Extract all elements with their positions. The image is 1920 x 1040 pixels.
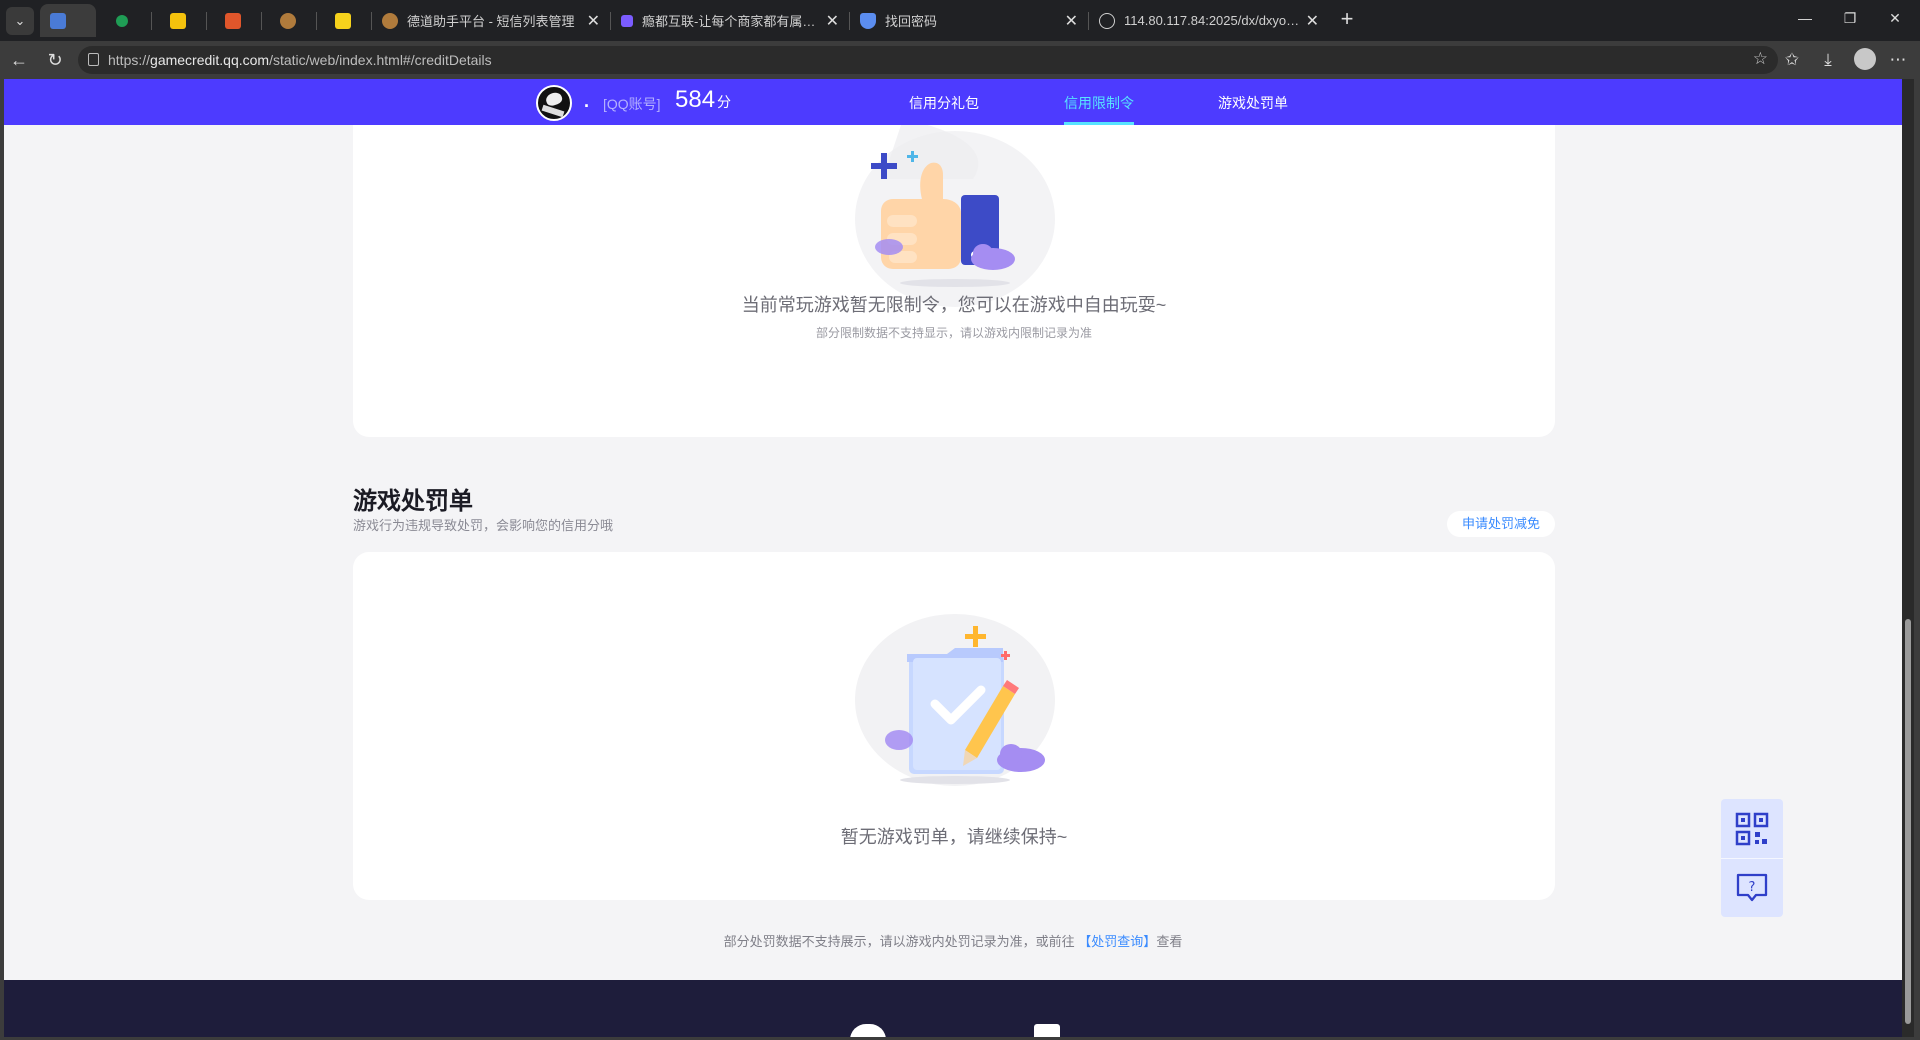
penalty-section-desc: 游戏行为违规导致处罚，会影响您的信用分哦 [353, 518, 614, 533]
browser-tab-bar: ⌄ 德道助手平台 - 短信列表管理 ✕ 瘾都互联-让每个商家都有属于自己 ✕ 找… [0, 0, 1920, 41]
apply-penalty-reduction-button[interactable]: 申请处罚减免 [1447, 511, 1555, 537]
browser-tab-1[interactable] [40, 4, 96, 37]
wechat-icon[interactable] [850, 1024, 886, 1037]
browser-tab-3[interactable] [160, 4, 208, 37]
tab-title: 瘾都互联-让每个商家都有属于自己 [642, 14, 820, 29]
close-window-button[interactable]: ✕ [1875, 10, 1915, 27]
browser-tab-7[interactable]: 德道助手平台 - 短信列表管理 ✕ [372, 4, 610, 37]
url-input[interactable]: https://gamecredit.qq.com/static/web/ind… [78, 46, 1778, 74]
penalty-empty-text: 暂无游戏罚单，请继续保持~ [840, 827, 1068, 847]
site-header: . [QQ账号] 584 分 信用分礼包 信用限制令 游戏处罚单 [4, 79, 1902, 125]
tab-favicon-icon [382, 12, 398, 29]
tab-close-icon[interactable]: ✕ [587, 11, 600, 31]
account-type-label: [QQ账号] [603, 96, 661, 112]
penalty-query-link[interactable]: 【处罚查询】 [1078, 934, 1156, 949]
clipboard-pencil-illustration [855, 614, 1055, 786]
tab-list-menu-button[interactable]: ⌄ [6, 7, 34, 35]
tab-favicon-icon [860, 12, 876, 29]
feedback-button[interactable]: ? [1721, 858, 1783, 917]
penalty-footnote-suffix: 查看 [1156, 934, 1183, 949]
penalty-footnote: 部分处罚数据不支持展示，请以游戏内处罚记录为准，或前往 【处罚查询】查看 [4, 931, 1902, 950]
tab-favicon-icon [225, 12, 241, 29]
tab-favicon-icon [170, 12, 186, 29]
restriction-card: 当前常玩游戏暂无限制令，您可以在游戏中自由玩耍~ 部分限制数据不支持显示，请以游… [353, 79, 1555, 437]
tab-close-icon[interactable]: ✕ [1306, 11, 1319, 31]
tab-close-icon[interactable]: ✕ [826, 11, 839, 31]
browser-tab-10[interactable]: 114.80.117.84:2025/dx/dxyonghuo ✕ [1089, 4, 1329, 37]
minimize-button[interactable]: — [1785, 10, 1825, 26]
tab-favicon-icon [621, 14, 633, 27]
tab-title: 找回密码 [885, 14, 938, 29]
thumbs-up-illustration [855, 119, 1055, 307]
restore-button[interactable]: ❐ [1830, 10, 1870, 27]
tab-close-icon[interactable]: ✕ [1065, 11, 1078, 31]
nav-active-indicator [1064, 122, 1134, 125]
penalty-footnote-text: 部分处罚数据不支持展示，请以游戏内处罚记录为准，或前往 [723, 934, 1075, 949]
address-bar: ← ↻ https://gamecredit.qq.com/static/web… [0, 41, 1920, 79]
browser-tab-8[interactable]: 瘾都互联-让每个商家都有属于自己 ✕ [611, 4, 849, 37]
credit-score-unit: 分 [717, 94, 732, 110]
credit-score-value: 584 [675, 86, 716, 113]
browser-tab-6[interactable] [325, 4, 373, 37]
browser-tab-9[interactable]: 找回密码 ✕ [850, 4, 1088, 37]
browser-tab-2[interactable] [106, 4, 154, 37]
bookmark-star-icon[interactable]: ☆ [1753, 49, 1768, 69]
site-footer [4, 980, 1902, 1037]
favorites-icon[interactable]: ✩ [1780, 50, 1804, 70]
lock-icon [88, 53, 99, 66]
tab-title: 德道助手平台 - 短信列表管理 [407, 14, 575, 29]
new-tab-button[interactable]: + [1336, 8, 1358, 32]
tab-title: 114.80.117.84:2025/dx/dxyonghuo [1124, 13, 1300, 28]
globe-icon [1099, 12, 1115, 29]
tab-favicon-icon [335, 12, 351, 29]
page-viewport: 当前常玩游戏暂无限制令，您可以在游戏中自由玩耍~ 部分限制数据不支持显示，请以游… [4, 79, 1902, 1037]
credit-score: 584 分 [675, 86, 731, 114]
qrcode-icon [1735, 812, 1769, 845]
restriction-note: 部分限制数据不支持显示，请以游戏内限制记录为准 [815, 326, 1092, 340]
tab-favicon-icon [116, 14, 128, 27]
scrollbar-thumb[interactable] [1905, 619, 1911, 1024]
nav-credit-gift[interactable]: 信用分礼包 [909, 93, 979, 113]
tab-favicon-icon [50, 12, 66, 29]
browser-tab-5[interactable] [270, 4, 318, 37]
back-button[interactable]: ← [8, 49, 30, 71]
url-text: https://gamecredit.qq.com/static/web/ind… [108, 52, 492, 68]
service-icon[interactable] [1034, 1024, 1060, 1037]
nav-game-penalty[interactable]: 游戏处罚单 [1218, 93, 1288, 113]
downloads-icon[interactable]: ⤓ [1816, 50, 1840, 70]
tab-favicon-icon [280, 12, 296, 29]
penalty-card: 暂无游戏罚单，请继续保持~ [353, 552, 1555, 900]
feedback-icon: ? [1736, 873, 1768, 901]
qrcode-button[interactable] [1721, 799, 1783, 858]
user-nickname: . [584, 91, 590, 111]
floating-tool-panel: ? [1721, 799, 1783, 917]
restriction-empty-text: 当前常玩游戏暂无限制令，您可以在游戏中自由玩耍~ [741, 295, 1167, 315]
browser-tab-4[interactable] [215, 4, 263, 37]
nav-credit-restriction[interactable]: 信用限制令 [1064, 93, 1134, 113]
user-avatar[interactable] [536, 85, 572, 121]
penalty-section-title: 游戏处罚单 [353, 488, 473, 515]
page-scrollbar[interactable] [1902, 79, 1914, 1037]
svg-text:?: ? [1749, 880, 1756, 895]
profile-avatar[interactable] [1854, 48, 1876, 70]
more-menu-icon[interactable]: ⋯ [1886, 50, 1910, 70]
reload-button[interactable]: ↻ [44, 49, 66, 71]
